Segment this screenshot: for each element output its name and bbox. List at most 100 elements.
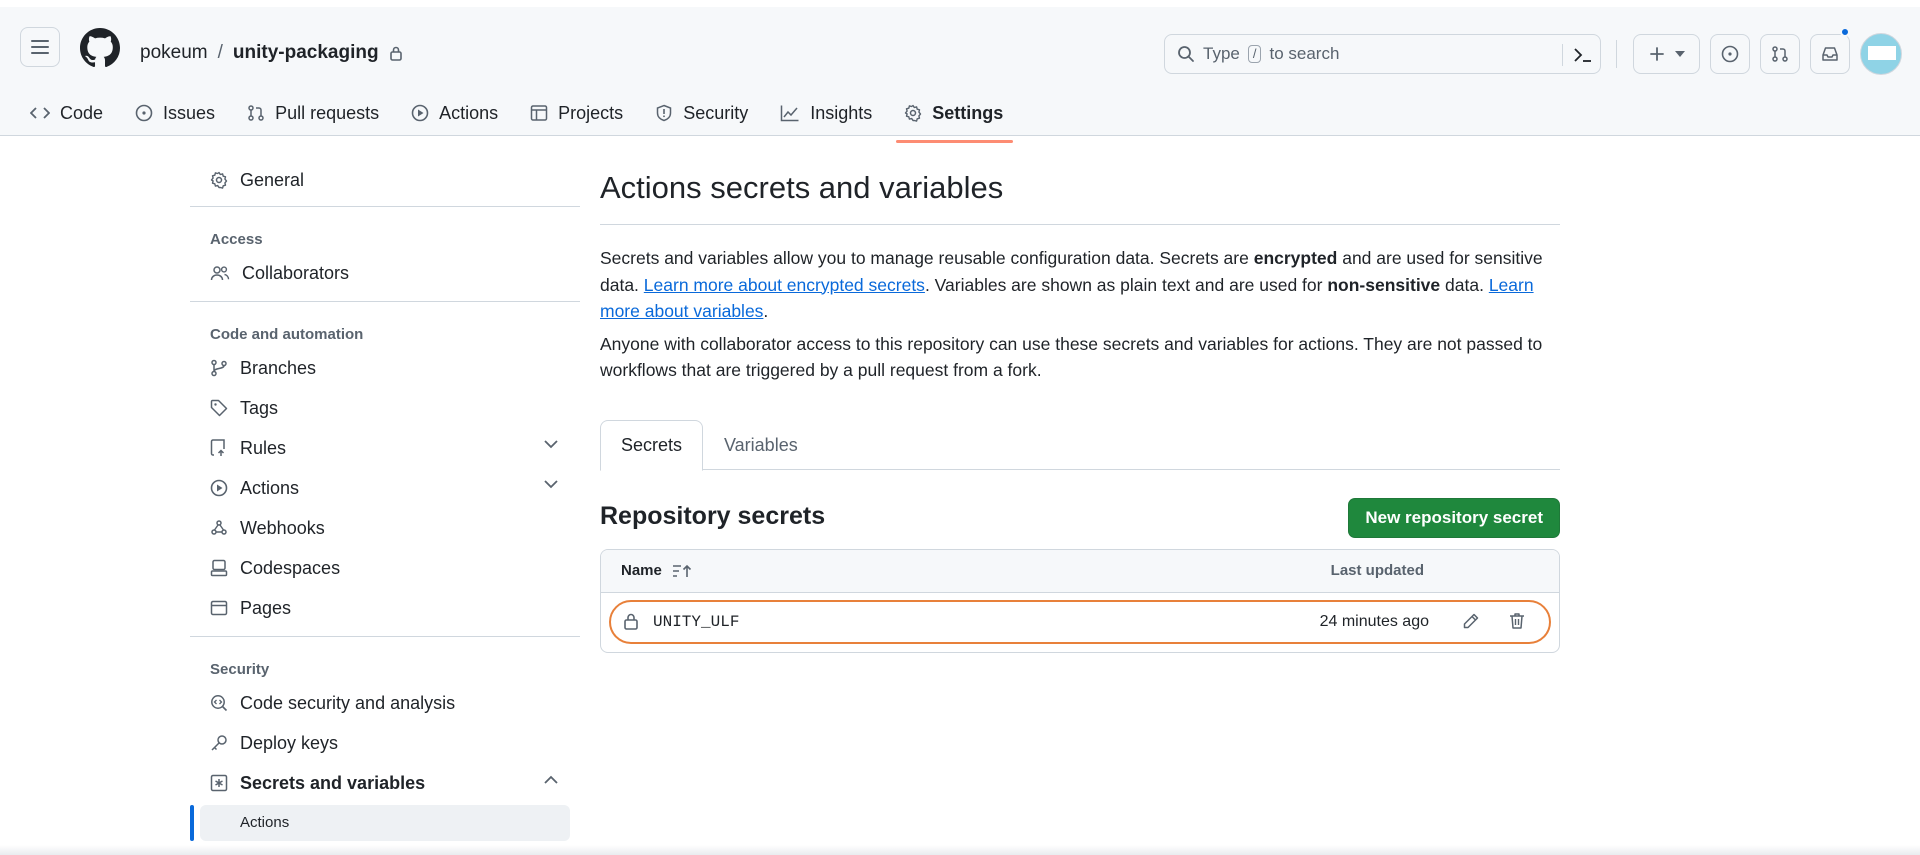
tab-projects[interactable]: Projects xyxy=(520,95,633,131)
repo-breadcrumb: pokeum / unity-packaging xyxy=(140,33,403,73)
chevron-down-icon[interactable] xyxy=(544,480,558,489)
github-logo-icon[interactable] xyxy=(80,28,120,68)
tab-pull-requests[interactable]: Pull requests xyxy=(237,95,389,131)
search-placeholder-pre: Type xyxy=(1203,44,1240,63)
sidebar-item-label: Branches xyxy=(240,357,317,378)
main-content: Actions secrets and variables Secrets an… xyxy=(600,170,1560,653)
sidebar-item-label: Collaborators xyxy=(242,262,350,283)
codespaces-icon xyxy=(210,559,228,577)
command-palette-icon[interactable] xyxy=(1573,46,1593,64)
new-repository-secret-button[interactable]: New repository secret xyxy=(1348,498,1560,538)
caret-down-icon xyxy=(1674,51,1685,57)
create-new-button[interactable] xyxy=(1633,34,1700,74)
sidebar-item-label: Code security and analysis xyxy=(240,692,456,713)
pencil-icon[interactable] xyxy=(1461,611,1481,631)
sidebar-item-label: Webhooks xyxy=(240,517,325,538)
menu-button[interactable] xyxy=(20,27,60,67)
tab-security[interactable]: Security xyxy=(645,95,758,131)
secrets-variables-tabs: Secrets Variables xyxy=(600,420,1560,471)
last-updated-header: Last updated xyxy=(1330,562,1424,579)
settings-sidebar: General Access Collaborators Code and au… xyxy=(190,160,580,843)
secret-name: UNITY_ULF xyxy=(653,613,740,631)
desc-text: data. xyxy=(1440,274,1489,295)
gear-icon xyxy=(905,104,922,122)
sidebar-divider xyxy=(190,206,580,207)
name-column-header[interactable]: Name xyxy=(621,562,692,579)
sidebar-item-general[interactable]: General xyxy=(190,160,580,200)
window-top-strip xyxy=(0,0,1920,7)
sidebar-item-label: Secrets and variables xyxy=(240,772,426,793)
search-input[interactable]: Type / to search xyxy=(1164,34,1601,74)
sidebar-item-deploy-keys[interactable]: Deploy keys xyxy=(190,723,580,763)
sidebar-item-label: Pages xyxy=(240,597,292,618)
tab-secrets[interactable]: Secrets xyxy=(600,420,704,471)
sidebar-item-label: Codespaces xyxy=(240,557,341,578)
desc-bold-encrypted: encrypted xyxy=(1253,248,1338,268)
lock-icon xyxy=(389,46,402,61)
sidebar-heading-code-automation: Code and automation xyxy=(210,325,364,343)
sidebar-item-webhooks[interactable]: Webhooks xyxy=(190,508,580,548)
sidebar-item-collaborators[interactable]: Collaborators xyxy=(190,253,580,293)
sort-asc-icon xyxy=(672,564,691,577)
code-icon xyxy=(30,107,50,119)
sidebar-item-secrets-variables[interactable]: Secrets and variables xyxy=(190,763,580,803)
sidebar-subitem-actions[interactable]: Actions xyxy=(190,803,580,843)
issue-icon xyxy=(135,104,153,122)
tab-insights[interactable]: Insights xyxy=(770,95,882,131)
tab-actions[interactable]: Actions xyxy=(401,95,508,131)
sidebar-heading-access: Access xyxy=(210,230,263,248)
inbox-button[interactable] xyxy=(1810,34,1850,74)
global-header: pokeum / unity-packaging Type / to searc… xyxy=(0,7,1920,143)
git-branch-icon xyxy=(211,359,227,377)
tab-code[interactable]: Code xyxy=(20,95,113,131)
graph-icon xyxy=(780,105,799,122)
tab-pull-requests-label: Pull requests xyxy=(275,102,380,123)
key-icon xyxy=(211,735,227,751)
sidebar-heading-security: Security xyxy=(210,660,270,678)
table-row: UNITY_ULF 24 minutes ago xyxy=(609,600,1551,644)
repo-nav-tabs: Code Issues Pull requests Actions Projec… xyxy=(20,95,1025,143)
learn-encrypted-secrets-link[interactable]: Learn more about encrypted secrets xyxy=(644,275,925,295)
issues-button[interactable] xyxy=(1710,34,1750,74)
sidebar-item-branches[interactable]: Branches xyxy=(190,348,580,388)
webhook-icon xyxy=(211,520,227,535)
codescan-icon xyxy=(211,695,228,712)
chevron-up-icon[interactable] xyxy=(544,775,558,784)
chevron-down-icon[interactable] xyxy=(544,440,558,449)
sidebar-item-codespaces[interactable]: Codespaces xyxy=(190,548,580,588)
issue-opened-icon xyxy=(1721,45,1739,63)
tab-variables[interactable]: Variables xyxy=(704,420,818,471)
trash-icon[interactable] xyxy=(1507,611,1527,631)
sidebar-item-actions[interactable]: Actions xyxy=(190,468,580,508)
tab-settings-label: Settings xyxy=(932,102,1004,123)
sidebar-item-label: Actions xyxy=(240,477,300,498)
tab-insights-label: Insights xyxy=(810,102,873,123)
key-asterisk-icon xyxy=(210,774,228,792)
sidebar-item-code-security[interactable]: Code security and analysis xyxy=(190,683,580,723)
tab-settings[interactable]: Settings xyxy=(894,95,1014,143)
tab-issues[interactable]: Issues xyxy=(125,95,225,131)
page-title: Actions secrets and variables xyxy=(600,170,1560,225)
pull-requests-button[interactable] xyxy=(1760,34,1800,74)
git-pull-request-icon xyxy=(1772,46,1788,62)
search-shortcut-key: / xyxy=(1247,45,1262,63)
name-header-label: Name xyxy=(621,562,662,579)
tab-projects-label: Projects xyxy=(558,102,624,123)
secrets-table: Name Last updated UNITY_ULF 24 minutes a… xyxy=(600,549,1560,653)
sidebar-item-label: Deploy keys xyxy=(240,732,339,753)
description-secrets: Secrets and variables allow you to manag… xyxy=(600,245,1560,325)
sidebar-item-tags[interactable]: Tags xyxy=(190,388,580,428)
repo-owner-link[interactable]: pokeum xyxy=(140,42,208,64)
search-placeholder-post: to search xyxy=(1269,44,1340,63)
sidebar-item-pages[interactable]: Pages xyxy=(190,588,580,628)
avatar-pattern xyxy=(1868,46,1896,60)
search-divider xyxy=(1562,44,1563,66)
tab-actions-label: Actions xyxy=(439,102,499,123)
repo-name-link[interactable]: unity-packaging xyxy=(233,42,379,64)
sidebar-item-rules[interactable]: Rules xyxy=(190,428,580,468)
section-title: Repository secrets xyxy=(600,502,826,530)
tag-icon xyxy=(210,399,228,417)
avatar[interactable] xyxy=(1860,33,1902,75)
plus-icon xyxy=(1649,47,1664,61)
sidebar-divider xyxy=(190,301,580,302)
